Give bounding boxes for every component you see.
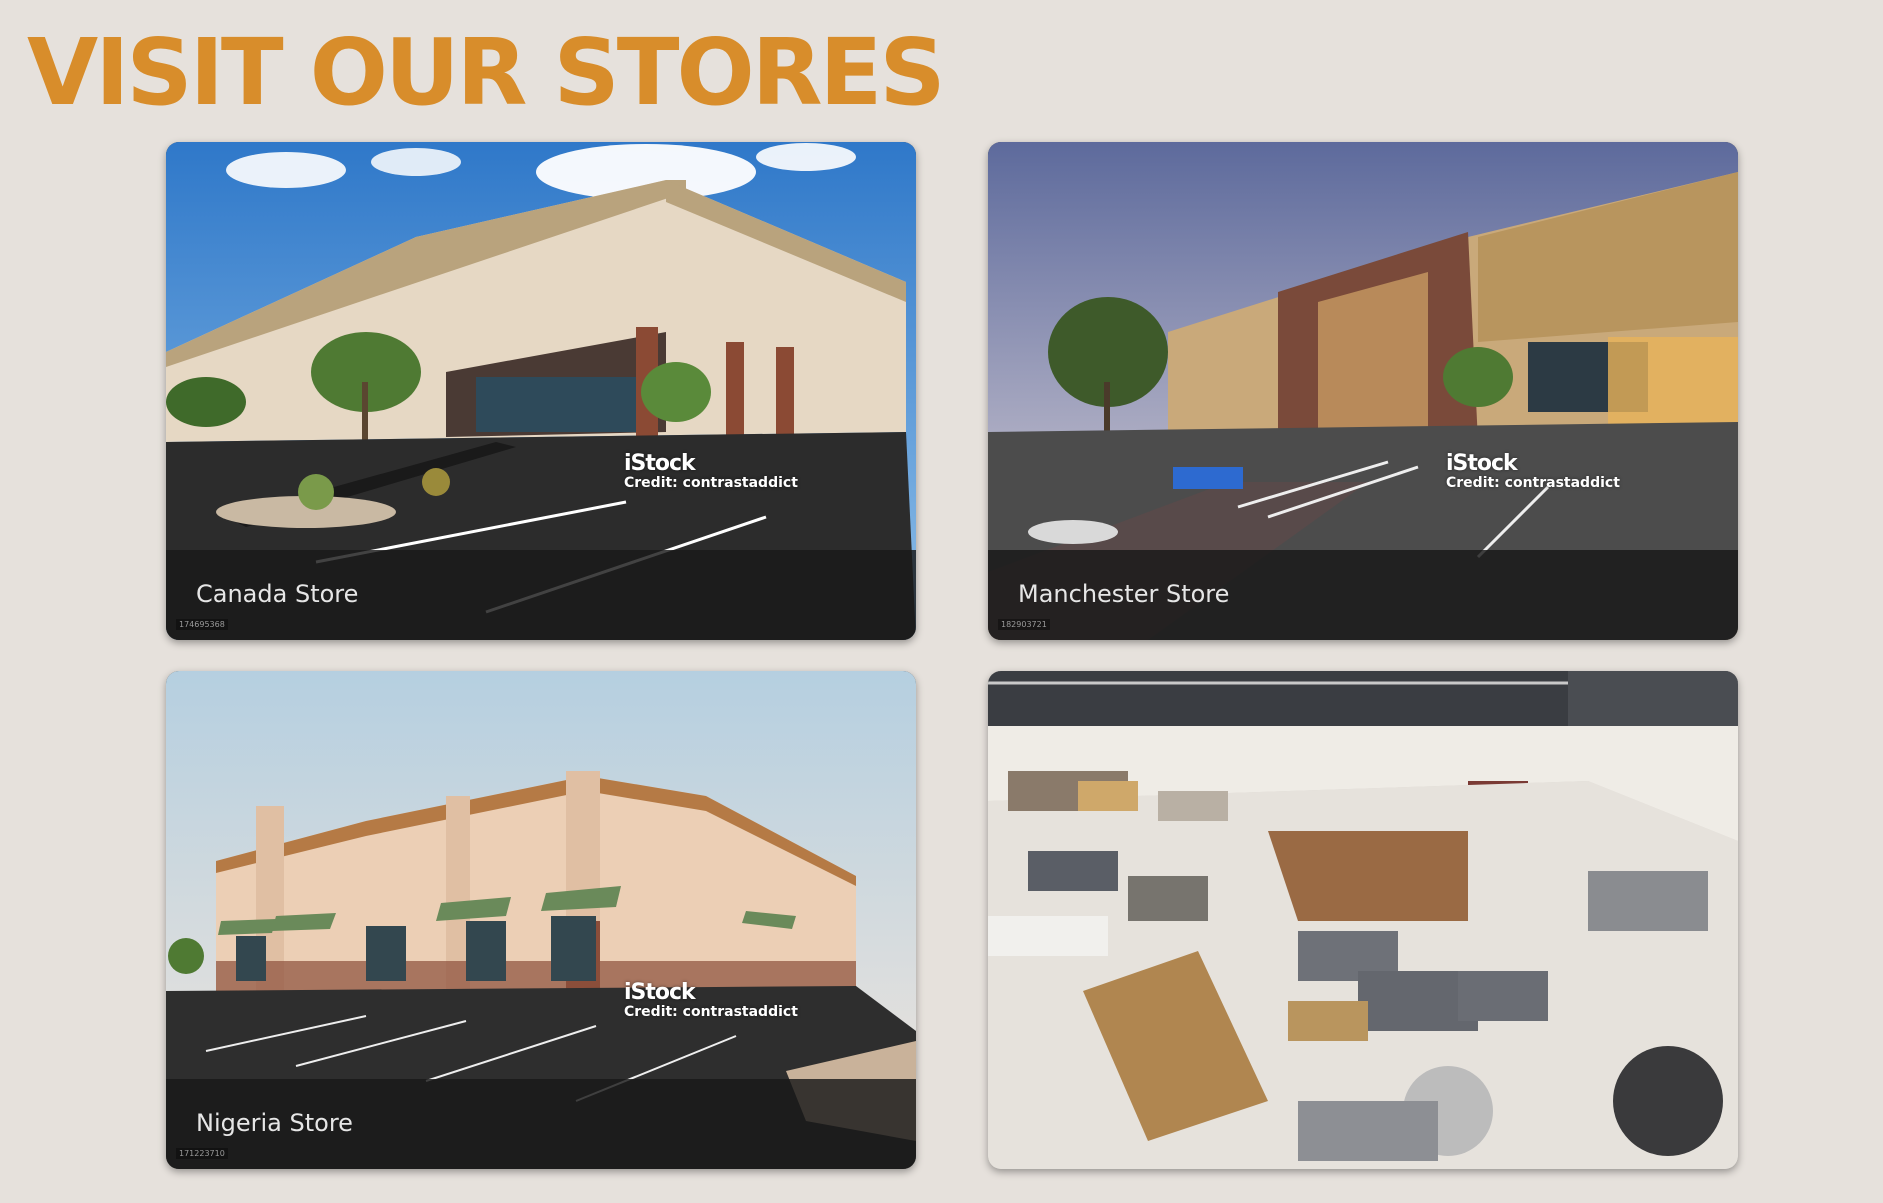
watermark: iStock Credit: contrastaddict	[624, 980, 798, 1021]
stock-id: 174695368	[176, 619, 228, 630]
store-card-nigeria[interactable]: iStock Credit: contrastaddict Nigeria St…	[166, 671, 916, 1169]
store-card-showroom[interactable]	[988, 671, 1738, 1169]
watermark: iStock Credit: contrastaddict	[1446, 451, 1620, 492]
store-name: Nigeria Store	[196, 1109, 353, 1137]
stock-id: 171223710	[176, 1148, 228, 1159]
store-name: Canada Store	[196, 580, 359, 608]
watermark: iStock Credit: contrastaddict	[624, 451, 798, 492]
store-photo	[988, 671, 1738, 1169]
store-card-canada[interactable]: iStock Credit: contrastaddict Canada Sto…	[166, 142, 916, 640]
stock-id: 182903721	[998, 619, 1050, 630]
store-card-manchester[interactable]: iStock Credit: contrastaddict Manchester…	[988, 142, 1738, 640]
store-name: Manchester Store	[1018, 580, 1230, 608]
page-title: VISIT OUR STORES	[27, 19, 946, 126]
